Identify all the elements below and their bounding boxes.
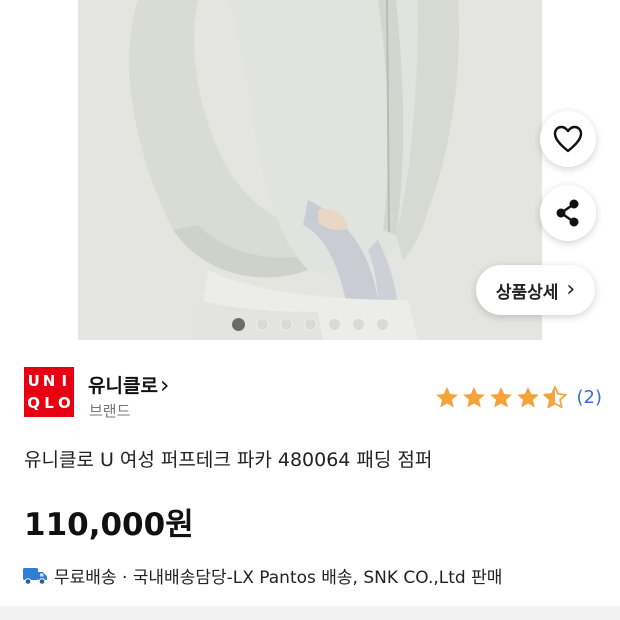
- heart-icon: [553, 125, 583, 153]
- star-full-icon: [516, 386, 539, 408]
- logo-letter: I: [61, 372, 68, 390]
- brand-sub-label: 브랜드: [89, 402, 131, 420]
- slide-indicators: [0, 318, 620, 331]
- star-full-icon: [489, 386, 512, 408]
- brand-name: 유니클로: [88, 375, 158, 397]
- product-price: 110,000원: [24, 507, 194, 543]
- truck-icon: [23, 567, 47, 585]
- slide-dot[interactable]: [303, 318, 317, 331]
- product-title: 유니클로 U 여성 퍼프테크 파카 480064 패딩 점퍼: [24, 449, 433, 471]
- slide-dot[interactable]: [375, 318, 389, 331]
- jacket-illustration: [78, 0, 542, 340]
- chevron-right-icon: ›: [566, 277, 576, 302]
- wishlist-button[interactable]: [540, 111, 596, 167]
- star-full-icon: [462, 386, 485, 408]
- brand-row: U N I Q L O 유니클로 › 브랜드 (2): [24, 367, 604, 421]
- share-button[interactable]: [540, 185, 596, 241]
- shipping-text: 무료배송 · 국내배송담당-LX Pantos 배송, SNK CO.,Ltd …: [54, 568, 503, 588]
- review-count[interactable]: (2): [577, 387, 603, 408]
- logo-letter: Q: [27, 394, 41, 412]
- slide-dot[interactable]: [255, 318, 269, 331]
- logo-letter: O: [57, 394, 71, 412]
- slide-dot[interactable]: [327, 318, 341, 331]
- product-detail-label: 상품상세: [495, 282, 559, 303]
- brand-logo[interactable]: U N I Q L O: [24, 367, 74, 417]
- rating[interactable]: (2): [434, 385, 603, 410]
- product-photo[interactable]: [78, 0, 542, 340]
- brand-link[interactable]: 유니클로 ›: [88, 371, 170, 398]
- logo-letter: U: [27, 372, 40, 390]
- product-detail-button[interactable]: 상품상세 ›: [476, 265, 595, 315]
- slide-dot[interactable]: [279, 318, 293, 331]
- slide-dot-active[interactable]: [231, 318, 245, 331]
- share-icon: [556, 199, 579, 227]
- section-divider: [0, 606, 620, 620]
- logo-letter: N: [42, 372, 56, 390]
- slide-dot[interactable]: [351, 318, 365, 331]
- logo-letter: L: [44, 394, 54, 412]
- star-full-icon: [435, 386, 458, 408]
- shipping-info: 무료배송 · 국내배송담당-LX Pantos 배송, SNK CO.,Ltd …: [22, 563, 502, 588]
- chevron-right-icon: ›: [159, 370, 170, 399]
- star-half-icon: [542, 386, 567, 409]
- product-image-gallery[interactable]: 상품상세 ›: [0, 0, 620, 340]
